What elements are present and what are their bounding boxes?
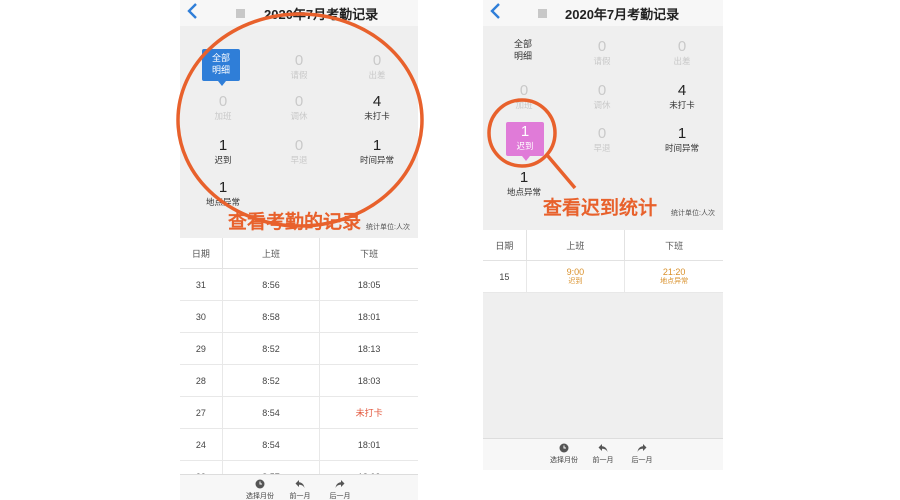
- stat-overtime[interactable]: 0 加班: [184, 93, 262, 122]
- column-header-clock-in: 上班: [222, 238, 321, 269]
- select-month-button[interactable]: 选择月份: [542, 443, 586, 465]
- table-row[interactable]: 28 8:52 18:03: [180, 364, 418, 397]
- column-header-clock-in: 上班: [526, 230, 626, 261]
- forward-arrow-icon: [335, 480, 345, 488]
- previous-month-button[interactable]: 前一月: [581, 443, 625, 465]
- date-cell: 28: [180, 364, 223, 397]
- stat-business-trip[interactable]: 0 出差: [643, 38, 721, 67]
- clock-in-cell: 8:54: [222, 428, 321, 461]
- table-row[interactable]: 30 8:58 18:01: [180, 300, 418, 333]
- stats-panel: 全部 明细 0 请假 0 出差 0 加班 0 调休 4 未打卡 1 迟到 0 早退 1 时间异常…: [180, 26, 418, 236]
- table-row[interactable]: 31 8:56 18:05: [180, 268, 418, 301]
- table-row[interactable]: 27 8:54 未打卡: [180, 396, 418, 429]
- stats-unit-note: 统计单位:人次: [671, 210, 715, 217]
- date-cell: 24: [180, 428, 223, 461]
- clock-out-cell: 18:03: [319, 364, 418, 397]
- bottom-toolbar: 选择月份 前一月 后一月: [180, 474, 418, 500]
- stat-overtime[interactable]: 0 加班: [485, 82, 563, 111]
- stat-leave[interactable]: 0 请假: [563, 38, 641, 67]
- stat-time-anomaly[interactable]: 1 时间异常: [643, 125, 721, 154]
- clock-out-cell: 18:01: [319, 428, 418, 461]
- back-chevron-icon[interactable]: [186, 1, 202, 23]
- date-cell: 31: [180, 268, 223, 301]
- stat-early-leave[interactable]: 0 早退: [260, 137, 338, 166]
- page-title: 2020年7月考勤记录: [264, 7, 379, 22]
- stat-missed-punch[interactable]: 4 未打卡: [643, 82, 721, 111]
- stat-time-off[interactable]: 0 调休: [260, 93, 338, 122]
- clock-in-cell: 8:54: [222, 396, 321, 429]
- page-title: 2020年7月考勤记录: [565, 7, 680, 22]
- stat-time-anomaly[interactable]: 1 时间异常: [338, 137, 416, 166]
- column-header-clock-out: 下班: [319, 238, 418, 269]
- clock-out-cell: 21:20 地点异常: [624, 260, 723, 293]
- date-cell: 29: [180, 332, 223, 365]
- stats-unit-note: 统计单位:人次: [366, 224, 410, 231]
- stat-time-off[interactable]: 0 调休: [563, 82, 641, 111]
- table-row[interactable]: 15 9:00 迟到 21:20 地点异常: [483, 260, 723, 293]
- left-phone-screen: 2020年7月考勤记录 全部 明细 0 请假 0 出差 0 加班 0 调休 4 未打卡 1…: [180, 0, 418, 500]
- attendance-table: 日期 上班 下班 15 9:00 迟到 21:20 地点异常: [483, 230, 723, 293]
- bottom-toolbar: 选择月份 前一月 后一月: [483, 438, 723, 470]
- column-header-clock-out: 下班: [624, 230, 723, 261]
- stat-business-trip[interactable]: 0 出差: [338, 52, 416, 81]
- stat-leave[interactable]: 0 请假: [260, 52, 338, 81]
- attendance-table: 日期 上班 下班 31 8:56 18:05 30 8:58 18:01 29 …: [180, 238, 418, 493]
- reply-arrow-icon: [598, 444, 608, 452]
- next-month-button[interactable]: 后一月: [620, 443, 664, 465]
- all-details-button[interactable]: 全部 明细: [202, 49, 240, 86]
- column-header-date: 日期: [483, 230, 527, 261]
- stat-missed-punch[interactable]: 4 未打卡: [338, 93, 416, 122]
- select-month-button[interactable]: 选择月份: [238, 479, 282, 500]
- clock-out-cell: 18:13: [319, 332, 418, 365]
- date-cell: 15: [483, 260, 527, 293]
- stat-late[interactable]: 1 迟到: [184, 137, 262, 166]
- clock-icon: [559, 443, 569, 453]
- stat-location-anomaly[interactable]: 1 地点异常: [184, 179, 262, 208]
- table-row[interactable]: 29 8:52 18:13: [180, 332, 418, 365]
- clock-out-cell: 18:01: [319, 300, 418, 333]
- clock-in-cell: 8:52: [222, 364, 321, 397]
- clock-out-missed-cell: 未打卡: [319, 396, 418, 429]
- clock-out-cell: 18:05: [319, 268, 418, 301]
- clock-in-cell: 8:58: [222, 300, 321, 333]
- stat-late-selected[interactable]: 1 迟到: [506, 122, 544, 161]
- stat-early-leave[interactable]: 0 早退: [563, 125, 641, 154]
- clock-icon: [255, 479, 265, 489]
- annotation-view-records: 查看考勤的记录: [228, 212, 362, 233]
- table-header-row: 日期 上班 下班: [180, 238, 418, 269]
- all-details-button[interactable]: 全部 明细: [503, 38, 543, 62]
- placeholder-square-icon: [236, 9, 245, 18]
- next-month-button[interactable]: 后一月: [318, 479, 362, 500]
- annotation-overlay: [176, 12, 577, 228]
- table-header-row: 日期 上班 下班: [483, 230, 723, 261]
- nav-bar: 2020年7月考勤记录: [180, 0, 418, 27]
- date-cell: 30: [180, 300, 223, 333]
- reply-arrow-icon: [295, 480, 305, 488]
- table-row[interactable]: 24 8:54 18:01: [180, 428, 418, 461]
- date-cell: 27: [180, 396, 223, 429]
- column-header-date: 日期: [180, 238, 223, 269]
- forward-arrow-icon: [637, 444, 647, 452]
- clock-in-cell: 9:00 迟到: [526, 260, 626, 293]
- clock-in-cell: 8:52: [222, 332, 321, 365]
- right-phone-screen: 2020年7月考勤记录 全部 明细 0 请假 0 出差 0 加班 0 调休 4 未打卡 1…: [483, 0, 723, 470]
- previous-month-button[interactable]: 前一月: [278, 479, 322, 500]
- annotation-view-late-stats: 查看迟到统计: [543, 198, 658, 219]
- back-chevron-icon[interactable]: [489, 1, 505, 23]
- nav-bar: 2020年7月考勤记录: [483, 0, 723, 27]
- clock-in-cell: 8:56: [222, 268, 321, 301]
- placeholder-square-icon: [538, 9, 547, 18]
